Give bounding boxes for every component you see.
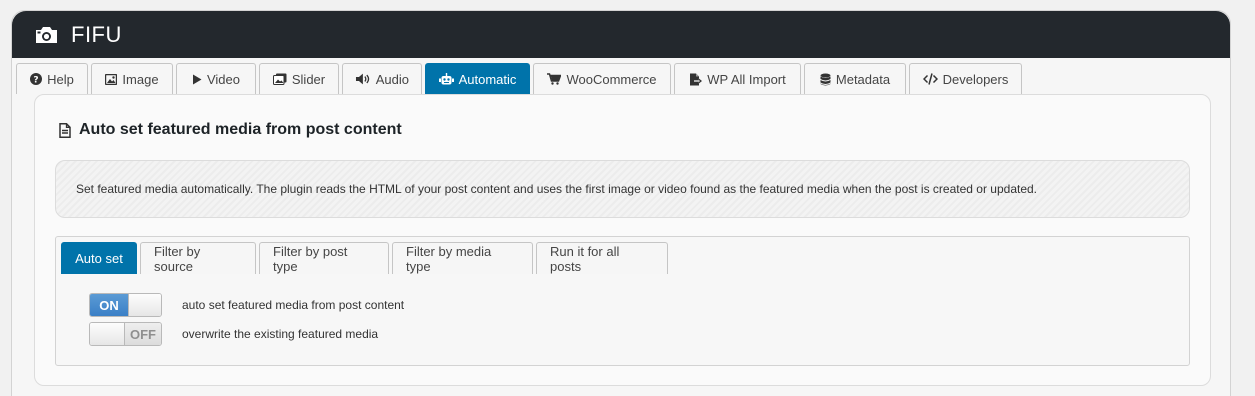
description-text: Set featured media automatically. The pl… <box>76 182 1038 196</box>
section-title: Auto set featured media from post conten… <box>59 121 402 139</box>
subtab-filter-by-media-type-label: Filter by media type <box>406 243 492 274</box>
subtab-filter-by-post-type-label: Filter by post type <box>273 243 348 274</box>
tab-woocommerce-label: WooCommerce <box>566 71 657 87</box>
automatic-section: Auto set featured media from post conten… <box>34 94 1211 386</box>
description-note: Set featured media automatically. The pl… <box>55 160 1190 218</box>
image-icon <box>105 73 118 85</box>
subtab-run-for-all-posts-label: Run it for all posts <box>550 243 620 274</box>
tab-wp-all-import-label: WP All Import <box>707 71 786 87</box>
subtab-filter-by-source[interactable]: Filter by source <box>140 242 256 274</box>
subtab-auto-set[interactable]: Auto set <box>61 242 137 274</box>
section-title-text: Auto set featured media from post conten… <box>79 121 402 138</box>
tab-wp-all-import[interactable]: WP All Import <box>674 63 801 94</box>
option-auto-set: ON auto set featured media from post con… <box>89 293 404 317</box>
tab-slider-label: Slider <box>291 71 326 87</box>
subtab-auto-set-label: Auto set <box>75 251 123 266</box>
auto-set-toggle[interactable]: ON <box>89 293 162 317</box>
tab-automatic[interactable]: Automatic <box>425 63 530 94</box>
subtab-filter-by-post-type[interactable]: Filter by post type <box>259 242 389 274</box>
images-icon <box>272 73 287 85</box>
toggle-knob <box>90 323 125 345</box>
database-icon <box>820 73 831 85</box>
document-icon <box>59 122 71 138</box>
tab-metadata-label: Metadata <box>835 71 891 87</box>
toggle-state-off: OFF <box>125 323 161 345</box>
cart-icon <box>547 73 562 85</box>
fifu-panel: FIFU ? Help Image Video Slider Audio Aut… <box>11 10 1231 396</box>
tab-audio[interactable]: Audio <box>342 63 422 94</box>
file-import-icon <box>690 73 703 85</box>
subtab-run-for-all-posts[interactable]: Run it for all posts <box>536 242 668 274</box>
overwrite-label: overwrite the existing featured media <box>182 327 379 341</box>
camera-icon <box>36 26 57 43</box>
tab-automatic-label: Automatic <box>458 71 517 87</box>
tab-woocommerce[interactable]: WooCommerce <box>533 63 671 94</box>
tab-developers[interactable]: Developers <box>909 63 1022 94</box>
tab-help-label: Help <box>47 71 74 87</box>
robot-icon <box>438 73 454 85</box>
app-header: FIFU <box>12 11 1230 58</box>
question-circle-icon: ? <box>30 73 43 86</box>
main-tabs: ? Help Image Video Slider Audio Automati… <box>16 63 1025 94</box>
code-icon <box>922 73 938 85</box>
tab-video[interactable]: Video <box>176 63 256 94</box>
tab-developers-label: Developers <box>942 71 1009 87</box>
subtab-filter-by-source-label: Filter by source <box>154 243 201 274</box>
auto-set-subpanel: Auto set Filter by source Filter by post… <box>55 236 1190 366</box>
tab-audio-label: Audio <box>375 71 409 87</box>
tab-slider[interactable]: Slider <box>259 63 339 94</box>
sub-tabs: Auto set Filter by source Filter by post… <box>61 242 671 274</box>
tab-help[interactable]: ? Help <box>16 63 88 94</box>
play-icon <box>192 74 202 84</box>
option-overwrite: OFF overwrite the existing featured medi… <box>89 322 378 346</box>
toggle-state-on: ON <box>90 294 128 316</box>
toggle-knob <box>128 294 161 316</box>
tab-image[interactable]: Image <box>91 63 173 94</box>
speaker-icon <box>355 73 370 85</box>
subtab-filter-by-media-type[interactable]: Filter by media type <box>392 242 533 274</box>
tab-metadata[interactable]: Metadata <box>804 63 906 94</box>
tab-image-label: Image <box>122 71 159 87</box>
tab-video-label: Video <box>206 71 240 87</box>
auto-set-label: auto set featured media from post conten… <box>182 298 405 312</box>
app-title: FIFU <box>71 21 122 47</box>
overwrite-toggle[interactable]: OFF <box>89 322 162 346</box>
svg-text:?: ? <box>34 76 39 86</box>
